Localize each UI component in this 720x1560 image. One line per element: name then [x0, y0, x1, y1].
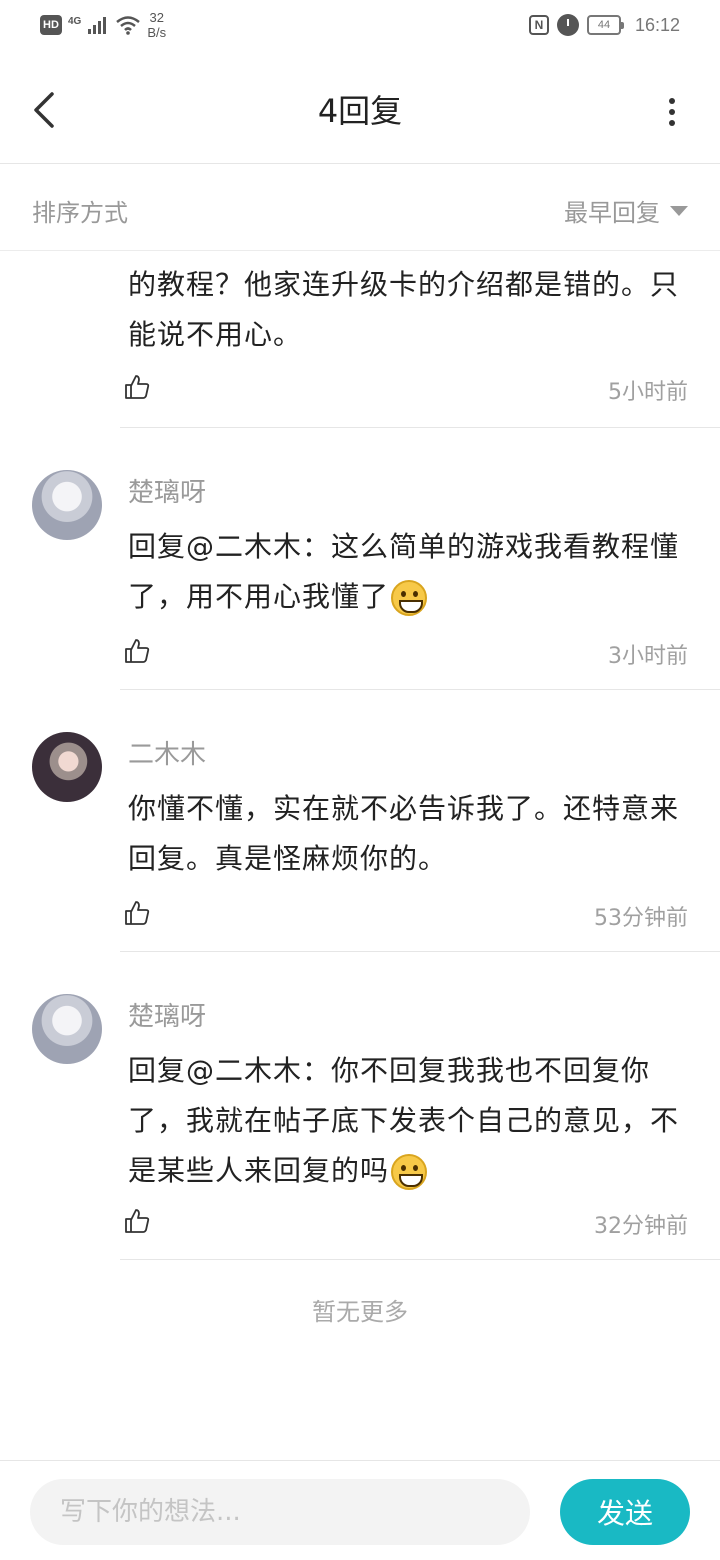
speed-value: 32	[149, 10, 164, 25]
status-right: N 44 16:12	[528, 14, 680, 36]
page-title: 4回复	[317, 92, 403, 130]
reply-item: 楚璃呀 回复@二木木：这么简单的游戏我看教程懂了，用不用心我懂了 3小时前	[0, 428, 720, 690]
thumbs-up-icon[interactable]	[124, 900, 150, 926]
no-more-label: 暂无更多	[312, 1298, 408, 1326]
signal-icon	[88, 17, 107, 34]
send-button[interactable]: 发送	[560, 1479, 690, 1545]
reply-time: 3小时前	[608, 644, 688, 669]
thumbs-up-icon[interactable]	[124, 638, 150, 664]
thumbs-up-icon[interactable]	[124, 1208, 150, 1234]
grinning-face-emoji-icon	[391, 1154, 428, 1190]
top-app-bar: 4回复	[0, 56, 720, 164]
hd-badge: HD	[40, 15, 62, 35]
caret-down-icon	[670, 205, 688, 216]
avatar[interactable]	[32, 732, 102, 802]
divider	[120, 1259, 720, 1260]
reply-item: 的教程？他家连升级卡的介绍都是错的。只能说不用心。 5小时前	[0, 252, 720, 428]
avatar[interactable]	[32, 470, 102, 540]
battery-icon: 44	[586, 15, 624, 35]
avatar[interactable]	[32, 994, 102, 1064]
more-options-button[interactable]	[660, 92, 684, 132]
reply-body: 回复@二木木：你不回复我我也不回复你了，我就在帖子底下发表个自己的意见，不是某些…	[128, 1046, 693, 1196]
reply-list: 的教程？他家连升级卡的介绍都是错的。只能说不用心。 5小时前 楚璃呀 回复@二木…	[0, 252, 720, 1260]
alarm-icon	[556, 14, 579, 36]
more-vertical-icon	[669, 120, 675, 126]
reply-username[interactable]: 二木木	[128, 734, 206, 771]
reply-body: 回复@二木木：这么简单的游戏我看教程懂了，用不用心我懂了	[128, 522, 693, 622]
reply-username[interactable]: 楚璃呀	[128, 996, 206, 1033]
wifi-icon	[116, 16, 141, 35]
grinning-face-emoji-icon	[391, 580, 428, 616]
sort-label: 排序方式	[32, 199, 128, 227]
speed-unit: B/s	[147, 25, 167, 40]
status-bar: HD 4G 32 B/s N 44 16:12	[0, 0, 720, 56]
reply-item: 楚璃呀 回复@二木木：你不回复我我也不回复你了，我就在帖子底下发表个自己的意见，…	[0, 952, 720, 1260]
reply-text: 的教程？他家连升级卡的介绍都是错的。只能说不用心。	[128, 268, 680, 351]
more-vertical-icon	[669, 98, 675, 104]
reply-input-bar: 发送	[0, 1460, 720, 1560]
thumbs-up-icon[interactable]	[124, 374, 150, 400]
reply-time: 5小时前	[608, 380, 688, 405]
status-time: 16:12	[634, 14, 680, 35]
more-vertical-icon	[669, 109, 675, 115]
reply-text: 你懂不懂，实在就不必告诉我了。还特意来回复。真是怪麻烦你的。	[128, 792, 680, 875]
sort-value: 最早回复	[564, 199, 660, 227]
nfc-icon: N	[528, 15, 549, 35]
network-speed: 32 B/s	[147, 10, 166, 40]
reply-username[interactable]: 楚璃呀	[128, 472, 206, 509]
sort-bar: 排序方式 最早回复	[0, 165, 720, 251]
status-left: HD 4G 32 B/s	[40, 10, 166, 40]
reply-time: 32分钟前	[594, 1214, 688, 1239]
sort-dropdown[interactable]: 最早回复	[564, 193, 688, 228]
reply-time: 53分钟前	[594, 906, 688, 931]
reply-item: 二木木 你懂不懂，实在就不必告诉我了。还特意来回复。真是怪麻烦你的。 53分钟前	[0, 690, 720, 952]
reply-input[interactable]	[30, 1479, 530, 1545]
network-type: 4G	[68, 16, 82, 27]
